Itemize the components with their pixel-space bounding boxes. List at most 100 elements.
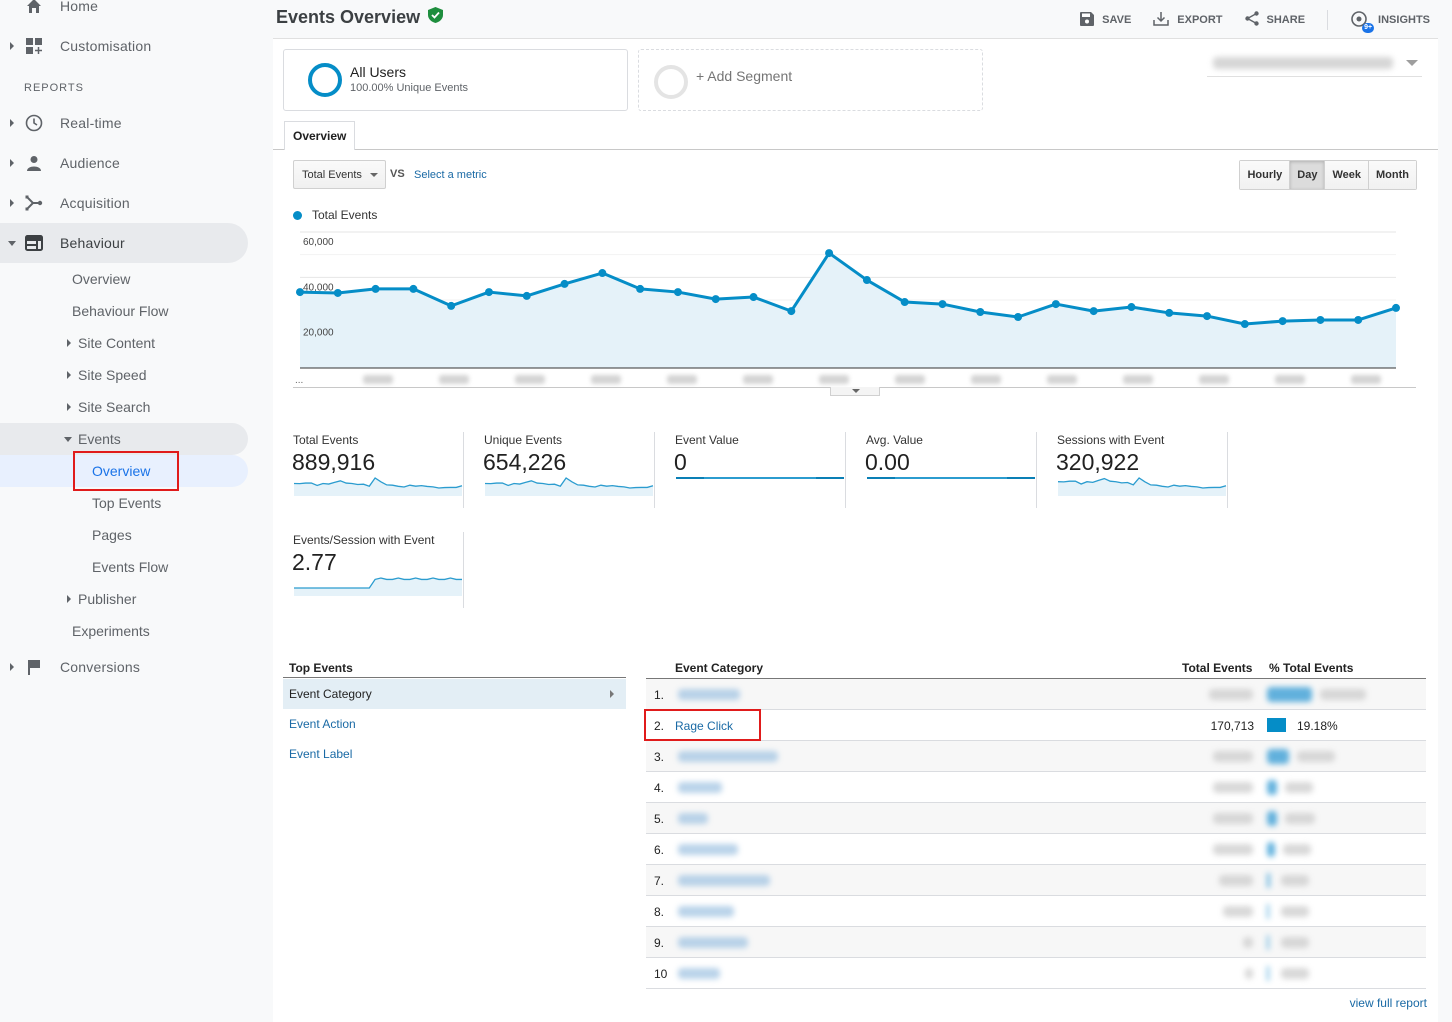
sidebar-item-behaviour[interactable]: Behaviour <box>0 223 248 263</box>
scorecard-title: Event Value <box>675 433 739 447</box>
sidebar-item-site-speed[interactable]: Site Speed <box>0 359 248 391</box>
share-icon <box>1244 11 1259 29</box>
sidebar-item-conversions[interactable]: Conversions <box>0 647 248 687</box>
period-toggle: Hourly Day Week Month <box>1239 160 1417 190</box>
row-rank: 6. <box>654 843 665 857</box>
top-events-event-label[interactable]: Event Label <box>283 739 626 769</box>
data-point <box>976 308 985 317</box>
blurred-category-link[interactable] <box>678 906 734 917</box>
top-events-item-label: Event Category <box>289 687 372 701</box>
sidebar-item-experiments[interactable]: Experiments <box>0 615 248 647</box>
period-day-button[interactable]: Day <box>1290 161 1326 189</box>
total-events-value: 170,713 <box>1210 719 1254 733</box>
column-header-event-category[interactable]: Event Category <box>675 661 763 675</box>
blurred-category-link[interactable] <box>678 844 738 855</box>
x-tick-label-blurred <box>439 375 469 384</box>
blurred-category-link[interactable] <box>678 782 722 793</box>
percent-value: 19.18% <box>1297 719 1338 733</box>
blurred-category-link[interactable] <box>678 968 720 979</box>
period-month-button[interactable]: Month <box>1369 161 1416 189</box>
blurred-percent-bar <box>1267 935 1269 950</box>
export-button[interactable]: EXPORT <box>1153 11 1223 29</box>
date-range-picker[interactable] <box>1207 51 1422 77</box>
blurred-category-link[interactable] <box>678 813 708 824</box>
blurred-percent-bar <box>1267 966 1269 981</box>
share-button[interactable]: SHARE <box>1244 11 1305 29</box>
sidebar-label: Top Events <box>92 495 162 511</box>
view-full-report-link[interactable]: view full report <box>1350 996 1427 1010</box>
sidebar-label: Overview <box>72 271 131 287</box>
scorecard-events-per-session[interactable]: Events/Session with Event 2.77 <box>273 532 464 608</box>
insights-icon: 9+ <box>1350 10 1375 33</box>
scorecard-sessions-with-event[interactable]: Sessions with Event 320,922 <box>1037 432 1228 508</box>
reports-section-label: REPORTS <box>24 82 84 94</box>
y-tick-label: 20,000 <box>303 328 334 339</box>
row-rank: 8. <box>654 905 665 919</box>
sidebar-item-behaviour-overview[interactable]: Overview <box>0 263 248 295</box>
insights-label: INSIGHTS <box>1378 14 1430 26</box>
tab-overview[interactable]: Overview <box>284 121 356 150</box>
sidebar-item-customisation[interactable]: Customisation <box>0 26 248 66</box>
blurred-total <box>1219 875 1253 886</box>
save-button[interactable]: SAVE <box>1080 11 1131 29</box>
sidebar-item-top-events[interactable]: Top Events <box>0 487 248 519</box>
sidebar-item-site-content[interactable]: Site Content <box>0 327 248 359</box>
sidebar: Home Customisation REPORTS Real-time Aud… <box>0 0 272 1022</box>
segment-subtitle: 100.00% Unique Events <box>350 82 469 94</box>
chart-collapse-toggle[interactable] <box>830 387 880 396</box>
data-point <box>447 301 456 310</box>
data-point <box>1392 303 1400 312</box>
insights-button[interactable]: 9+ INSIGHTS <box>1350 10 1430 33</box>
table-row: 7. <box>646 865 1426 896</box>
scorecard-total-events[interactable]: Total Events 889,916 <box>273 432 464 508</box>
x-tick-label-blurred <box>971 375 1001 384</box>
chart-area-fill <box>300 253 1396 368</box>
data-point <box>900 298 909 307</box>
blurred-category-link[interactable] <box>678 875 770 886</box>
table-row: 6. <box>646 834 1426 865</box>
data-point <box>1165 308 1174 317</box>
percent-bar <box>1267 718 1287 732</box>
scorecard-event-value[interactable]: Event Value 0 <box>655 432 846 508</box>
sidebar-item-events-flow[interactable]: Events Flow <box>0 551 248 583</box>
row-rank: 1. <box>654 688 665 702</box>
metric-dropdown[interactable]: Total Events <box>293 160 386 189</box>
add-segment-button[interactable]: + Add Segment <box>638 49 983 111</box>
segment-ring-icon <box>308 63 342 97</box>
period-week-button[interactable]: Week <box>1325 161 1370 189</box>
select-metric-link[interactable]: Select a metric <box>414 169 487 181</box>
scorecard-unique-events[interactable]: Unique Events 654,226 <box>464 432 655 508</box>
sparkline <box>294 477 463 496</box>
caret-right-icon <box>610 690 614 698</box>
data-point <box>1240 320 1249 329</box>
period-hourly-button[interactable]: Hourly <box>1240 161 1291 189</box>
sidebar-item-behaviour-flow[interactable]: Behaviour Flow <box>0 295 248 327</box>
data-point <box>371 284 380 293</box>
column-header-total-events[interactable]: Total Events <box>1182 661 1252 675</box>
metric-dropdown-value: Total Events <box>302 168 362 181</box>
sidebar-label: Publisher <box>78 591 137 607</box>
sidebar-item-audience[interactable]: Audience <box>0 143 248 183</box>
table-row: 1. <box>646 679 1426 710</box>
blurred-category-link[interactable] <box>678 937 748 948</box>
sidebar-item-site-search[interactable]: Site Search <box>0 391 248 423</box>
add-segment-label: + Add Segment <box>696 68 793 84</box>
sidebar-item-realtime[interactable]: Real-time <box>0 103 248 143</box>
sparkline <box>867 477 1035 479</box>
x-tick-label: ... <box>295 375 303 386</box>
blurred-category-link[interactable] <box>678 751 778 762</box>
sidebar-item-home[interactable]: Home <box>0 0 248 26</box>
sidebar-label: Acquisition <box>60 195 130 211</box>
segment-all-users[interactable]: All Users 100.00% Unique Events <box>283 49 628 111</box>
scorecard-title: Avg. Value <box>866 433 923 447</box>
top-events-event-action[interactable]: Event Action <box>283 709 626 739</box>
blurred-category-link[interactable] <box>678 689 740 700</box>
sidebar-item-publisher[interactable]: Publisher <box>0 583 248 615</box>
top-events-event-category[interactable]: Event Category <box>283 679 626 709</box>
x-tick-label-blurred <box>743 375 773 384</box>
scorecard-avg-value[interactable]: Avg. Value 0.00 <box>846 432 1037 508</box>
sidebar-item-pages[interactable]: Pages <box>0 519 248 551</box>
x-tick-label-blurred <box>1199 375 1229 384</box>
sidebar-item-acquisition[interactable]: Acquisition <box>0 183 248 223</box>
column-header-pct-total-events[interactable]: % Total Events <box>1269 661 1353 675</box>
